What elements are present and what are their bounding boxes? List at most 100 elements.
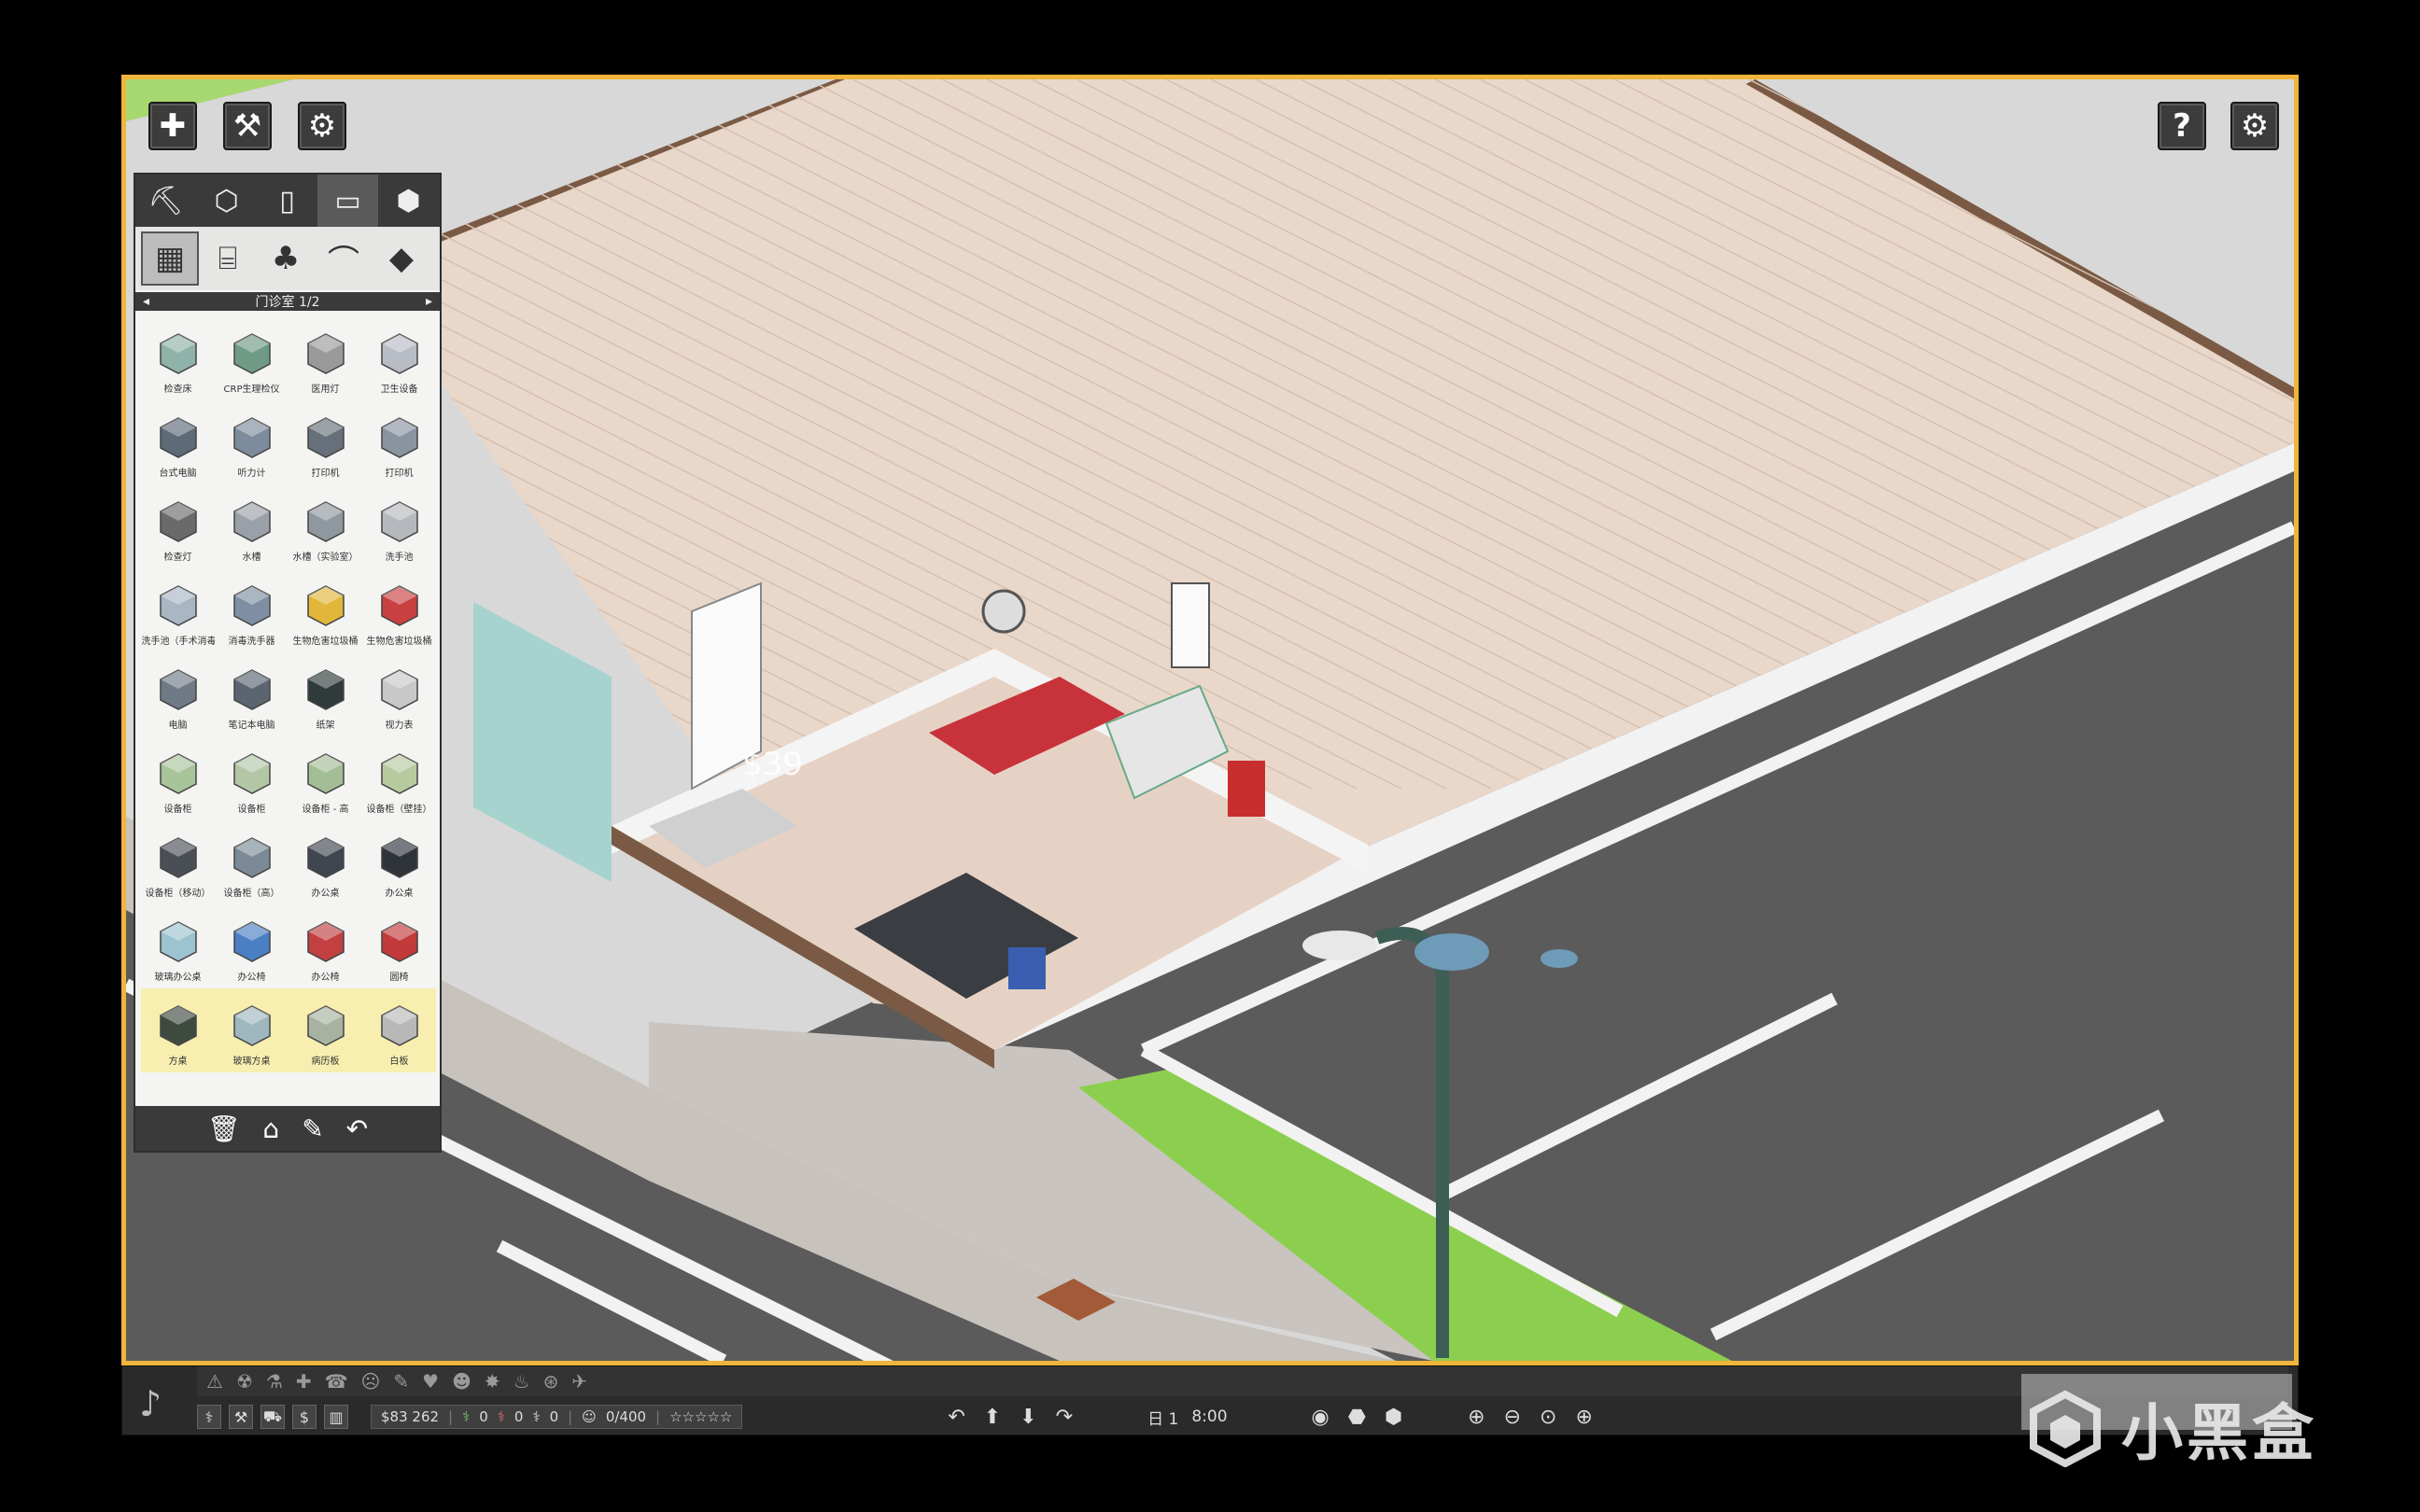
furniture-item[interactable]: 打印机 xyxy=(288,400,362,484)
tools-icon[interactable]: ⚒ xyxy=(229,1405,253,1429)
hammer-icon[interactable]: ⚒ xyxy=(223,102,272,150)
notification-icon[interactable]: ⊛ xyxy=(543,1370,559,1393)
help-icon[interactable]: ? xyxy=(2158,102,2206,150)
furniture-item[interactable]: 办公桌 xyxy=(288,820,362,904)
notification-icon[interactable]: ✎ xyxy=(393,1370,409,1393)
furniture-item[interactable]: 白板 xyxy=(362,988,436,1072)
furniture-item[interactable]: 设备柜 xyxy=(215,736,288,820)
undo-icon[interactable]: ↶ xyxy=(346,1113,368,1144)
factory-icon[interactable]: ⌂ xyxy=(262,1113,279,1144)
money-icon[interactable]: $ xyxy=(292,1405,317,1429)
furniture-item[interactable]: 听力计 xyxy=(215,400,288,484)
door-window-icon[interactable]: ▯ xyxy=(257,175,317,227)
surgical-lamp[interactable] xyxy=(981,589,1026,634)
furniture-item[interactable]: 办公椅 xyxy=(288,904,362,988)
notification-icon[interactable]: ✚ xyxy=(296,1370,312,1393)
furniture-item[interactable]: 台式电脑 xyxy=(141,400,215,484)
plus-icon[interactable]: ✚ xyxy=(148,102,197,150)
notification-icon[interactable]: ⚗ xyxy=(266,1370,283,1393)
notification-icon[interactable]: ☻ xyxy=(452,1370,471,1393)
staff-other-icon: ⚕ xyxy=(532,1408,541,1425)
rotate-right-icon[interactable]: ↷ xyxy=(1056,1406,1073,1429)
furniture-item[interactable]: 电脑 xyxy=(141,652,215,736)
furniture-item[interactable]: 医用灯 xyxy=(288,316,362,400)
office-chair[interactable] xyxy=(1008,947,1046,989)
furniture-item[interactable]: CRP生理检仪 xyxy=(215,316,288,400)
furniture-item[interactable]: 设备柜（壁挂） xyxy=(362,736,436,820)
notification-icon[interactable]: ♨ xyxy=(514,1370,530,1393)
page-prev-button[interactable]: ◂ xyxy=(143,294,149,309)
zoom-out-icon[interactable]: ⊖ xyxy=(1504,1406,1521,1429)
floor-cube-icon[interactable]: ⬡ xyxy=(196,175,257,227)
furniture-item[interactable]: 病历板 xyxy=(288,988,362,1072)
furniture-item[interactable]: 纸架 xyxy=(288,652,362,736)
trash-icon[interactable]: 🗑 xyxy=(207,1113,241,1144)
notification-icon[interactable]: ♥ xyxy=(422,1370,439,1393)
furniture-item[interactable]: 设备柜 xyxy=(141,736,215,820)
zoom-in-icon[interactable]: ⊕ xyxy=(1468,1406,1484,1429)
item-name: 视力表 xyxy=(385,721,414,731)
plant-icon[interactable]: ♣ xyxy=(257,231,315,286)
eye-icon[interactable]: ◉ xyxy=(1312,1406,1330,1429)
eyedropper-icon[interactable]: ✎ xyxy=(302,1113,323,1144)
rotate-left-icon[interactable]: ↶ xyxy=(948,1406,964,1429)
ambulance-icon[interactable]: ⛟ xyxy=(260,1405,285,1429)
settings-icon[interactable]: ⚙ xyxy=(2230,102,2279,150)
furniture-item[interactable]: 办公椅 xyxy=(215,904,288,988)
furniture-item[interactable]: 圆椅 xyxy=(362,904,436,988)
walls-low-icon[interactable]: ⬣ xyxy=(1348,1406,1366,1429)
furniture-item[interactable]: 办公桌 xyxy=(362,820,436,904)
item-name: 圆椅 xyxy=(389,973,409,983)
notification-icon[interactable]: ✸ xyxy=(485,1370,500,1393)
furniture-item[interactable]: 检查床 xyxy=(141,316,215,400)
notification-icon[interactable]: ☢ xyxy=(236,1370,253,1393)
desk-icon[interactable]: ⌸ xyxy=(199,231,257,286)
isometric-world[interactable]: $39 xyxy=(126,79,2294,1361)
floor-down-icon[interactable]: ⬇ xyxy=(1020,1406,1036,1429)
notification-icon[interactable]: ✈ xyxy=(571,1370,587,1393)
notification-icon[interactable]: ☹ xyxy=(361,1370,381,1393)
furniture-item[interactable]: 笔记本电脑 xyxy=(215,652,288,736)
walls-high-icon[interactable]: ⬢ xyxy=(1385,1406,1402,1429)
zoom-reset-icon[interactable]: ⊙ xyxy=(1540,1406,1556,1429)
lamp-icon[interactable]: ⌒ xyxy=(315,231,373,286)
furniture-item[interactable]: 洗手池（手术消毒室） xyxy=(141,568,215,652)
furniture-item[interactable]: 玻璃办公桌 xyxy=(141,904,215,988)
item-name: CRP生理检仪 xyxy=(223,385,280,395)
furniture-item[interactable]: 水槽 xyxy=(215,484,288,568)
eye-chart[interactable] xyxy=(1171,582,1210,668)
furniture-item[interactable]: 打印机 xyxy=(362,400,436,484)
gears-icon[interactable]: ⚙ xyxy=(298,102,346,150)
furniture-item[interactable]: 设备柜（移动） xyxy=(141,820,215,904)
item-name: 设备柜 xyxy=(163,805,192,815)
stats-icon[interactable]: ▥ xyxy=(324,1405,348,1429)
furniture-item[interactable]: 生物危害垃圾桶 xyxy=(362,568,436,652)
floor-up-icon[interactable]: ⬆ xyxy=(984,1406,1001,1429)
furniture-item[interactable]: 检查灯 xyxy=(141,484,215,568)
notification-icon[interactable]: ☎ xyxy=(325,1370,348,1393)
furniture-item[interactable]: 玻璃方桌 xyxy=(215,988,288,1072)
furniture-item[interactable]: 设备柜（高） xyxy=(215,820,288,904)
monitor-icon[interactable]: ▭ xyxy=(317,175,378,227)
furniture-item[interactable]: 视力表 xyxy=(362,652,436,736)
furniture-item[interactable]: 方桌 xyxy=(141,988,215,1072)
zoom-fit-icon[interactable]: ⊕ xyxy=(1575,1406,1592,1429)
furniture-item[interactable]: 水槽（实验室） xyxy=(288,484,362,568)
page-next-button[interactable]: ▸ xyxy=(426,294,432,309)
boxes-icon[interactable]: ⬢ xyxy=(378,175,439,227)
furniture-item[interactable]: 消毒洗手器 xyxy=(215,568,288,652)
patient-icon: ☺ xyxy=(582,1408,597,1425)
biohazard-bin[interactable] xyxy=(1228,761,1265,817)
furniture-item[interactable]: 生物危害垃圾桶 xyxy=(288,568,362,652)
staff-nurse-count: 0 xyxy=(514,1408,524,1425)
furniture-item[interactable]: 卫生设备 xyxy=(362,316,436,400)
notification-icon[interactable]: ⚠ xyxy=(206,1370,223,1393)
medical-equipment-icon[interactable]: ▦ xyxy=(141,231,199,286)
furniture-item[interactable]: 洗手池 xyxy=(362,484,436,568)
alert-bell-icon[interactable]: ♪ xyxy=(139,1383,162,1424)
crane-icon[interactable]: ⛏ xyxy=(135,175,196,227)
staff-icon[interactable]: ⚕ xyxy=(197,1405,221,1429)
paint-bucket-icon[interactable]: ◆ xyxy=(373,231,430,286)
game-viewport[interactable]: $39 ✚ ⚒ ⚙ ? ⚙ ⛏ ⬡ ▯ ▭ ⬢ ▦ ⌸ ♣ ⌒ ◆ ◂ 门诊室 … xyxy=(121,75,2299,1365)
furniture-item[interactable]: 设备柜 - 高 xyxy=(288,736,362,820)
